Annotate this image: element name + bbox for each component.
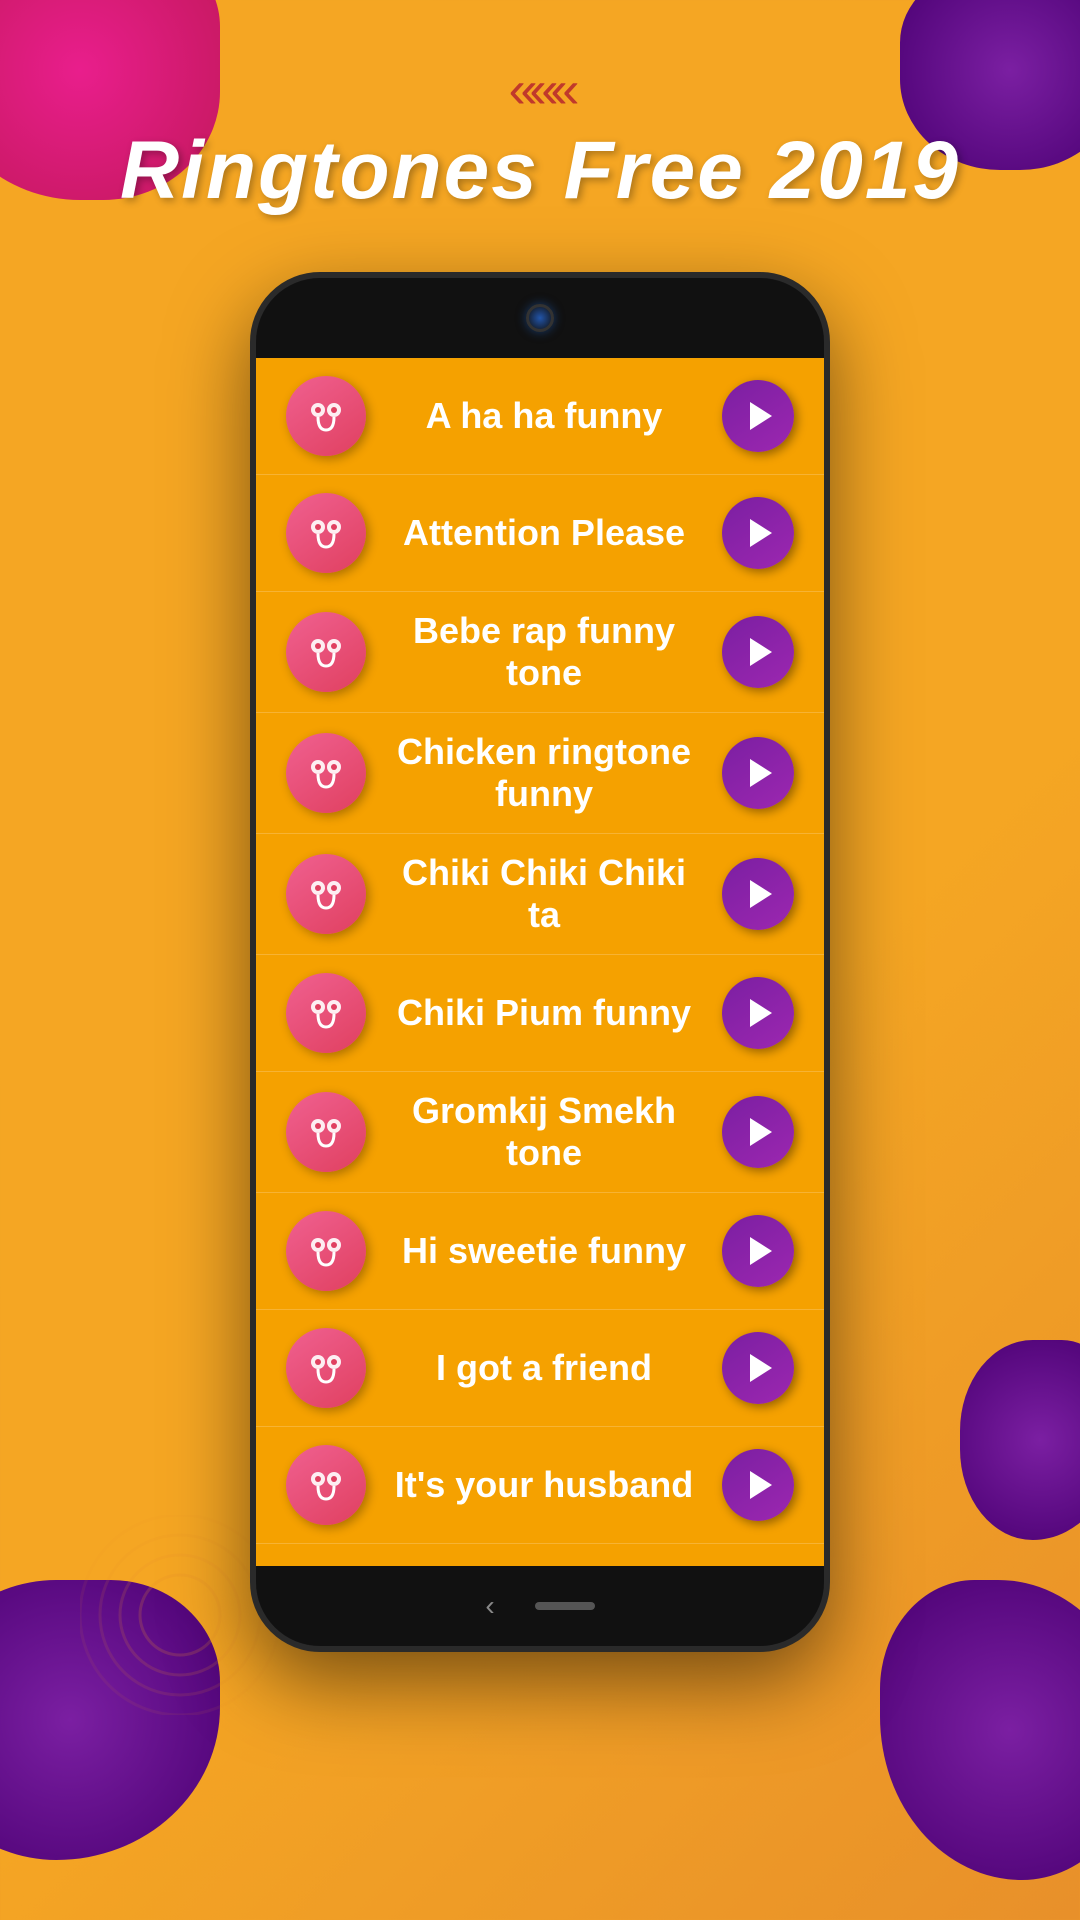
play-triangle-icon xyxy=(750,638,772,666)
play-button-3[interactable] xyxy=(722,737,794,809)
list-item: A ha ha funny xyxy=(256,358,824,475)
play-triangle-icon xyxy=(750,759,772,787)
phone-top-bar xyxy=(256,278,824,358)
ringtone-list: A ha ha funny Attention Please xyxy=(256,358,824,1544)
chevron-icon: ««« xyxy=(0,60,1080,120)
ringtone-icon-2 xyxy=(286,612,366,692)
ringtone-icon-3 xyxy=(286,733,366,813)
phone-bottom-bar: ‹ xyxy=(256,1566,824,1646)
nav-home-indicator[interactable] xyxy=(535,1602,595,1610)
ringtone-name: Hi sweetie funny xyxy=(386,1230,702,1272)
list-item: Chiki Chiki Chiki ta xyxy=(256,834,824,955)
play-triangle-icon xyxy=(750,1471,772,1499)
ringtone-name: Bebe rap funny tone xyxy=(386,610,702,694)
play-triangle-icon xyxy=(750,1354,772,1382)
play-triangle-icon xyxy=(750,1237,772,1265)
ringtone-icon-8 xyxy=(286,1328,366,1408)
list-item: Chicken ringtone funny xyxy=(256,713,824,834)
ringtone-name: A ha ha funny xyxy=(386,395,702,437)
ringtone-name: Chicken ringtone funny xyxy=(386,731,702,815)
header: ««« Ringtones Free 2019 xyxy=(0,0,1080,212)
list-item: Attention Please xyxy=(256,475,824,592)
list-item: Hi sweetie funny xyxy=(256,1193,824,1310)
list-item: Chiki Pium funny xyxy=(256,955,824,1072)
play-triangle-icon xyxy=(750,999,772,1027)
list-item: Gromkij Smekh tone xyxy=(256,1072,824,1193)
play-button-9[interactable] xyxy=(722,1449,794,1521)
camera-icon xyxy=(526,304,554,332)
play-triangle-icon xyxy=(750,880,772,908)
ringtone-name: Attention Please xyxy=(386,512,702,554)
phone-screen: A ha ha funny Attention Please xyxy=(256,358,824,1566)
ringtone-name: Chiki Chiki Chiki ta xyxy=(386,852,702,936)
play-button-4[interactable] xyxy=(722,858,794,930)
ringtone-icon-4 xyxy=(286,854,366,934)
ringtone-name: Gromkij Smekh tone xyxy=(386,1090,702,1174)
ringtone-icon-7 xyxy=(286,1211,366,1291)
list-item: I got a friend xyxy=(256,1310,824,1427)
phone-mockup: A ha ha funny Attention Please xyxy=(250,272,830,1652)
ringtone-icon-6 xyxy=(286,1092,366,1172)
list-item: Bebe rap funny tone xyxy=(256,592,824,713)
ringtone-icon-0 xyxy=(286,376,366,456)
app-title: Ringtones Free 2019 xyxy=(0,130,1080,212)
play-button-1[interactable] xyxy=(722,497,794,569)
ringtone-icon-1 xyxy=(286,493,366,573)
ringtone-name: It's your husband xyxy=(386,1464,702,1506)
play-button-7[interactable] xyxy=(722,1215,794,1287)
ringtone-icon-9 xyxy=(286,1445,366,1525)
ringtone-name: Chiki Pium funny xyxy=(386,992,702,1034)
play-triangle-icon xyxy=(750,402,772,430)
play-button-8[interactable] xyxy=(722,1332,794,1404)
nav-back-icon[interactable]: ‹ xyxy=(485,1590,494,1622)
phone-container: A ha ha funny Attention Please xyxy=(0,272,1080,1652)
play-button-5[interactable] xyxy=(722,977,794,1049)
ringtone-icon-5 xyxy=(286,973,366,1053)
play-button-6[interactable] xyxy=(722,1096,794,1168)
play-triangle-icon xyxy=(750,519,772,547)
play-triangle-icon xyxy=(750,1118,772,1146)
play-button-0[interactable] xyxy=(722,380,794,452)
list-item: It's your husband xyxy=(256,1427,824,1544)
play-button-2[interactable] xyxy=(722,616,794,688)
ringtone-name: I got a friend xyxy=(386,1347,702,1389)
